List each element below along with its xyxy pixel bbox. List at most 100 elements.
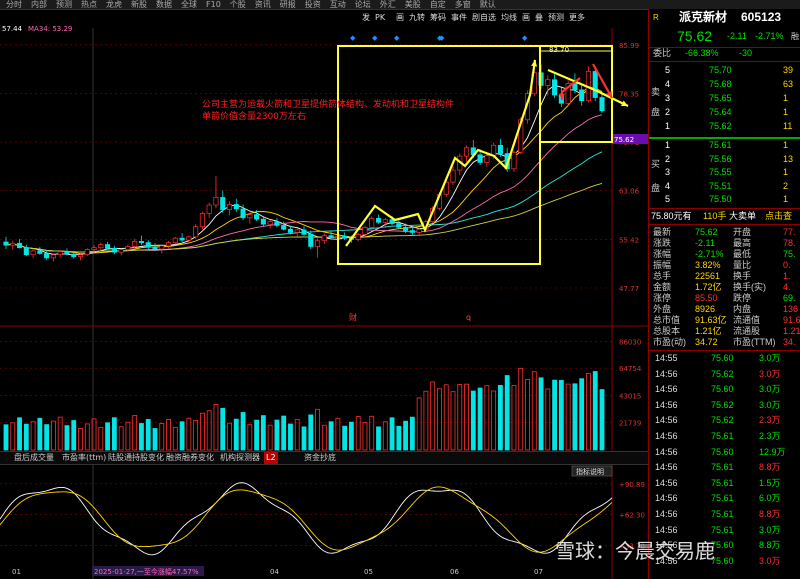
bid-row[interactable]: 5 75.50 1 [651, 194, 800, 205]
bid-row[interactable]: 3 75.55 1 [651, 167, 800, 178]
chart-tool-11[interactable]: 更多 [569, 12, 585, 22]
bid-row[interactable]: 2 75.56 13 [651, 154, 800, 165]
stat-label: 换手(实) [733, 282, 766, 292]
kline-chart[interactable]: 发 PK 画九转 筹码 事件 剧自选 均线画叠预测 更多57.44 MA34: 53.2985.… [0, 9, 648, 579]
chart-tool-0[interactable]: 发 [362, 12, 370, 22]
chart-tool-5[interactable]: 事件 [451, 12, 467, 22]
ask-row[interactable]: 3 75.65 1 [651, 93, 800, 104]
top-tab-12[interactable]: 投资 [305, 0, 321, 9]
volume-bar [477, 387, 483, 451]
big-order-link[interactable]: 点击查 [765, 211, 792, 222]
volume-bar [98, 426, 104, 451]
top-tab-19[interactable]: 默认 [480, 0, 496, 9]
event-diamond[interactable]: ◆ [439, 34, 445, 42]
big-order-row[interactable]: 75.80元有 110手 大卖单 点击查 [651, 211, 800, 222]
volume-bar [464, 383, 469, 451]
candle-body [511, 151, 517, 170]
chart-toolbar[interactable]: 发 PK 画九转 筹码 事件 剧自选 均线画叠预测 更多 [362, 12, 585, 22]
top-tab-8[interactable]: F10 [206, 0, 221, 9]
bid-row[interactable]: 1 75.61 1 [651, 140, 800, 151]
buy-label-2: 盘 [651, 184, 661, 194]
top-tab-0[interactable]: 分时 [6, 0, 22, 9]
top-tab-10[interactable]: 资讯 [255, 0, 271, 9]
top-tab-17[interactable]: 自定 [430, 0, 446, 9]
top-tab-15[interactable]: 外汇 [380, 0, 396, 9]
top-tab-1[interactable]: 内部 [31, 0, 47, 9]
ask-row[interactable]: 2 75.64 1 [651, 107, 800, 118]
indicator-tab-4[interactable]: 机构探测器 [220, 452, 260, 464]
tick-row: 14:56 75.61 2.3万 [651, 431, 800, 442]
stat-row: 涨停 85.50 跌停 69. [651, 293, 800, 304]
top-tab-14[interactable]: 论坛 [355, 0, 371, 9]
candle-body [226, 204, 233, 210]
tick-row: 14:56 75.61 6.0万 [651, 493, 800, 504]
tick-price: 75.61 [711, 509, 734, 519]
volume-bar [430, 381, 436, 451]
margin-flag: 融 [791, 32, 799, 41]
stat-value: 34.72 [695, 337, 718, 347]
candle-body [579, 89, 585, 102]
ask-level: 1 [665, 121, 671, 131]
indicator-tab-3[interactable]: 融资融券变化 [166, 452, 214, 464]
quarter-marker[interactable]: q [466, 313, 471, 322]
tick-row: 14:55 75.60 3.0万 [651, 353, 800, 364]
indicator-help-label: 指标说明 [576, 467, 604, 476]
indicator-tab-1[interactable]: 市盈率(ttm) [62, 452, 106, 464]
top-tab-13[interactable]: 互动 [330, 0, 346, 9]
tick-row: 14:56 75.62 3.0万 [651, 369, 800, 380]
volume-bar [443, 384, 449, 451]
chart-tool-9[interactable]: 叠 [535, 13, 543, 22]
top-tab-18[interactable]: 多窗 [455, 0, 471, 9]
top-tab-11[interactable]: 研报 [280, 0, 296, 9]
tick-volume: 12.9万 [759, 446, 786, 457]
top-tab-9[interactable]: 个股 [230, 0, 246, 9]
chart-tool-6[interactable]: 剧自选 [472, 12, 496, 22]
sell-label-1: 卖 [651, 88, 661, 98]
event-diamond[interactable]: ◆ [350, 34, 356, 42]
stat-value: 34. [783, 337, 796, 347]
chart-tool-10[interactable]: 预测 [548, 12, 564, 22]
chart-tool-1[interactable]: PK [375, 13, 386, 22]
indicator-tab-6[interactable]: 资金抄底 [304, 452, 336, 464]
chart-tool-2[interactable]: 画 [396, 13, 404, 22]
bid-row[interactable]: 4 75.51 2 [651, 181, 800, 192]
stat-row: 市盈(动) 34.72 市盈(TTM) 34. [651, 337, 800, 348]
top-tab-7[interactable]: 全球 [181, 0, 197, 9]
top-tab-6[interactable]: 数据 [156, 0, 172, 9]
volume-bar [227, 422, 232, 451]
stat-row: 总股本 1.21亿 流通股 1.21 [651, 326, 800, 337]
chart-tool-4[interactable]: 筹码 [430, 12, 446, 22]
tick-volume: 3.0万 [759, 399, 781, 410]
bid-level: 1 [665, 140, 671, 150]
indicator-tab-5[interactable]: L2 [264, 452, 278, 464]
ask-row[interactable]: 4 75.68 63 [651, 79, 800, 90]
tick-price: 75.61 [711, 462, 734, 473]
volume-bar [220, 407, 226, 451]
bid-volume: 1 [783, 140, 789, 150]
chart-tool-3[interactable]: 九转 [409, 12, 425, 22]
stat-label: 开盘 [733, 227, 752, 237]
top-tab-4[interactable]: 龙虎 [106, 0, 122, 9]
chart-tool-8[interactable]: 画 [522, 13, 530, 22]
top-tab-5[interactable]: 新股 [131, 0, 147, 9]
top-tab-3[interactable]: 热点 [81, 0, 97, 9]
ask-row[interactable]: 1 75.62 11 [651, 121, 800, 132]
ask-row[interactable]: 5 75.70 39 [651, 65, 800, 76]
top-tab-16[interactable]: 美股 [405, 0, 421, 9]
event-diamond[interactable]: ◆ [394, 34, 400, 42]
financial-report-marker[interactable]: 财 [349, 312, 357, 322]
tick-time: 14:56 [655, 462, 678, 473]
indicator-tab-2[interactable]: 陆股通持股变化 [108, 452, 164, 464]
tick-time: 14:56 [655, 446, 678, 457]
event-diamond[interactable]: ◆ [522, 34, 528, 42]
indicator-tab-0[interactable]: 盘后成交量 [14, 452, 54, 464]
stat-value: 3.82% [695, 260, 721, 270]
top-tab-2[interactable]: 预测 [56, 0, 72, 9]
volume-bar [166, 418, 171, 451]
ask-price: 75.70 [709, 65, 732, 75]
chart-tool-7[interactable]: 均线 [501, 12, 517, 22]
event-diamond[interactable]: ◆ [372, 34, 378, 42]
candle-body [260, 218, 266, 225]
bid-price: 75.55 [709, 167, 732, 177]
bid-level: 5 [665, 194, 671, 204]
